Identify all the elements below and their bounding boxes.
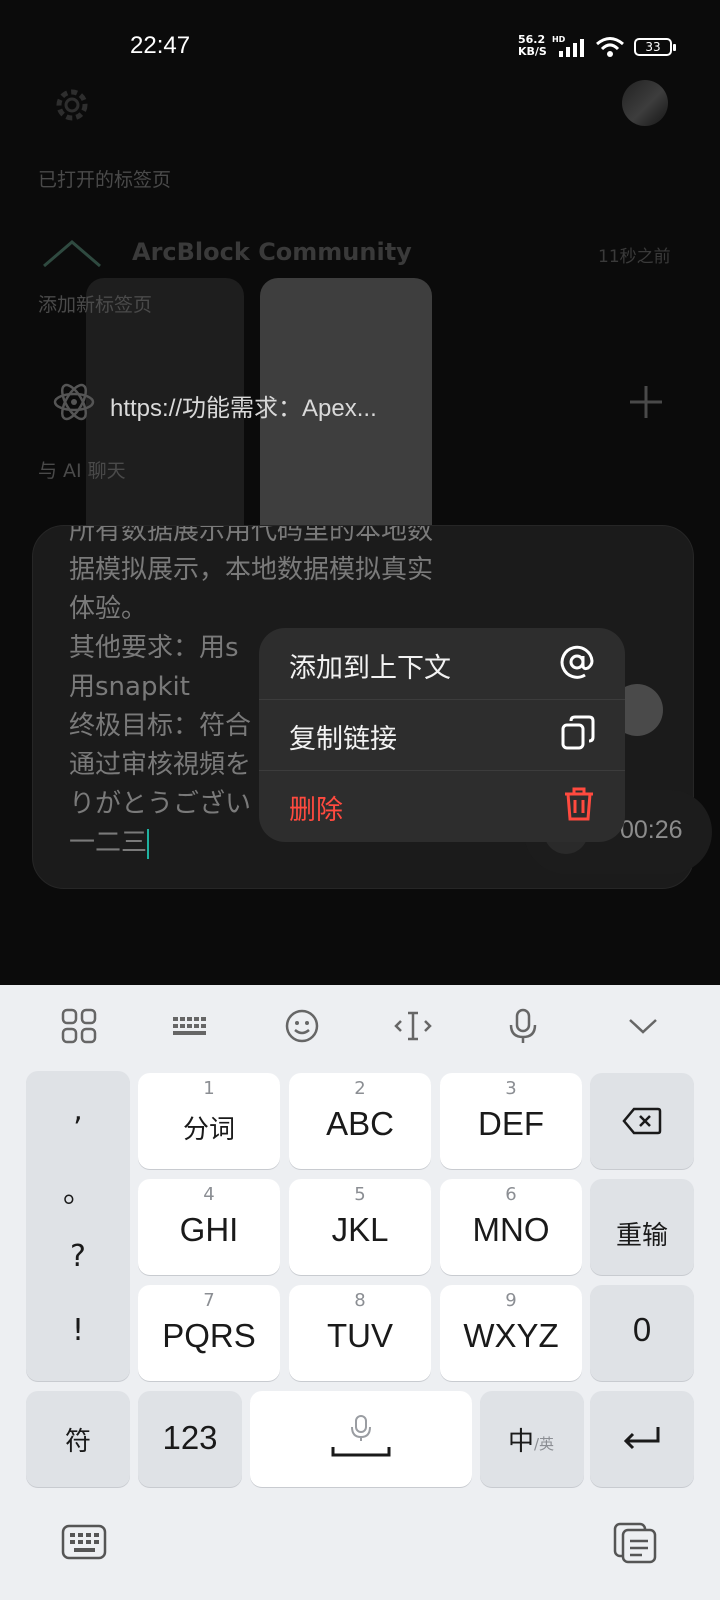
key-number: 7 <box>203 1290 215 1311</box>
enter-icon <box>623 1427 660 1450</box>
chat-line: 体验。 <box>69 594 148 624</box>
chat-line: 终极目标：符合 <box>69 711 252 741</box>
key-label: JKL <box>331 1211 389 1248</box>
key-number: 3 <box>505 1078 517 1099</box>
emoji-icon[interactable] <box>277 1001 327 1051</box>
key-label: ABC <box>326 1105 394 1142</box>
trash-icon <box>565 787 593 821</box>
keyboard-layout-icon[interactable] <box>165 1001 215 1051</box>
key-number: 4 <box>203 1184 215 1205</box>
menu-item-delete[interactable]: 删除 <box>259 770 625 841</box>
avatar[interactable] <box>622 80 668 126</box>
menu-item-label: 添加到上下文 <box>289 653 451 684</box>
menu-item-label: 复制链接 <box>289 724 397 755</box>
plus-icon[interactable] <box>628 384 664 420</box>
arcblock-logo-icon <box>43 240 101 268</box>
section-chat-ai: 与 AI 聊天 <box>38 460 126 482</box>
url-suggestion-text: https://功能需求：Apex... <box>110 395 377 422</box>
status-time: 22:47 <box>130 32 191 59</box>
browser-tabs-screen: 22:47 56.2 HD KB/S 33 已打开的标签页 ArcBlock C… <box>0 0 720 985</box>
enter-button[interactable] <box>590 1391 694 1487</box>
url-suggestion[interactable]: https://功能需求：Apex... <box>0 370 720 436</box>
microphone-icon[interactable] <box>498 1001 548 1051</box>
menu-item-label: 删除 <box>289 795 343 826</box>
chevron-down-icon[interactable] <box>618 1001 668 1051</box>
key-label: DEF <box>478 1105 544 1142</box>
clipboard-icon[interactable] <box>612 1521 660 1565</box>
key-3-def[interactable]: 3 DEF <box>440 1073 582 1169</box>
key-label: MNO <box>472 1211 550 1248</box>
at-icon <box>560 645 594 679</box>
keyboard-switch-icon[interactable] <box>60 1521 108 1563</box>
numbers-button[interactable]: 123 <box>138 1391 242 1487</box>
atom-icon <box>53 383 95 421</box>
key-1-fenci[interactable]: 1 分词 <box>138 1073 280 1169</box>
key-number: 9 <box>505 1290 517 1311</box>
backspace-icon <box>622 1107 662 1135</box>
menu-item-add-to-context[interactable]: 添加到上下文 <box>259 628 625 700</box>
punct-exclaim-key[interactable]: ! <box>26 1313 130 1348</box>
key-9-wxyz[interactable]: 9 WXYZ <box>440 1285 582 1381</box>
key-6-mno[interactable]: 6 MNO <box>440 1179 582 1275</box>
punctuation-column: , 。 ? ! <box>26 1071 130 1381</box>
signal-icon <box>559 39 584 57</box>
key-5-jkl[interactable]: 5 JKL <box>289 1179 431 1275</box>
key-2-abc[interactable]: 2 ABC <box>289 1073 431 1169</box>
chat-line: 其他要求：用s <box>69 633 239 663</box>
gear-icon[interactable] <box>52 85 92 125</box>
backspace-button[interactable] <box>590 1073 694 1169</box>
key-label: 符 <box>64 1427 91 1457</box>
wifi-icon <box>596 37 624 57</box>
chat-line: 所有数据展示用代码里的本地数 <box>69 525 434 546</box>
key-label: WXYZ <box>463 1317 559 1354</box>
cursor-move-icon[interactable] <box>388 1001 438 1051</box>
space-bar[interactable] <box>250 1391 472 1487</box>
key-number: 5 <box>354 1184 366 1205</box>
lang-main-label: 中 <box>508 1427 535 1457</box>
recording-duration: 00:26 <box>620 816 683 844</box>
context-menu: 添加到上下文 复制链接 删除 <box>259 628 625 842</box>
punct-comma-key[interactable]: , <box>26 1093 130 1128</box>
net-speed-unit: KB/S <box>518 45 547 58</box>
key-number: 6 <box>505 1184 517 1205</box>
section-open-tabs: 已打开的标签页 <box>38 169 172 191</box>
chat-line: 据模拟展示，本地数据模拟真实 <box>69 555 434 585</box>
status-bar: 22:47 56.2 HD KB/S 33 <box>0 30 720 66</box>
key-0[interactable]: 0 <box>590 1285 694 1381</box>
punct-period-key[interactable]: 。 <box>26 1167 130 1211</box>
menu-item-copy-link[interactable]: 复制链接 <box>259 699 625 771</box>
keyboard: , 。 ? ! 1 分词 2 ABC 3 DEF 4 GHI 5 JKL 6 M… <box>0 985 720 1600</box>
copy-icon <box>561 715 595 750</box>
symbols-button[interactable]: 符 <box>26 1391 130 1487</box>
tab-time: 11秒之前 <box>598 247 671 267</box>
key-label: 0 <box>632 1311 652 1348</box>
chat-line: 用snapkit <box>69 672 190 702</box>
lang-alt-label: /英 <box>534 1435 555 1453</box>
key-label: 重输 <box>615 1221 668 1251</box>
key-label: TUV <box>327 1317 393 1354</box>
chat-line: りがとうござい <box>69 789 252 819</box>
key-number: 2 <box>354 1078 366 1099</box>
key-label: 123 <box>162 1419 218 1456</box>
key-8-tuv[interactable]: 8 TUV <box>289 1285 431 1381</box>
text-caret <box>147 828 150 859</box>
key-7-pqrs[interactable]: 7 PQRS <box>138 1285 280 1381</box>
retype-button[interactable]: 重输 <box>590 1179 694 1275</box>
punct-question-key[interactable]: ? <box>26 1239 130 1274</box>
apps-grid-icon[interactable] <box>54 1001 104 1051</box>
key-label: GHI <box>179 1211 239 1248</box>
chat-line: 通过审核視頻を <box>69 750 252 780</box>
chat-line: 一二三 <box>69 828 148 858</box>
tab-title: ArcBlock Community <box>132 238 412 266</box>
key-label: PQRS <box>162 1317 256 1354</box>
key-4-ghi[interactable]: 4 GHI <box>138 1179 280 1275</box>
language-toggle-button[interactable]: 中 /英 <box>480 1391 584 1487</box>
key-number: 8 <box>354 1290 366 1311</box>
battery-icon: 33 <box>634 38 676 56</box>
section-add-new-tab: 添加新标签页 <box>38 294 153 316</box>
key-number: 1 <box>203 1078 215 1099</box>
space-mic-icon <box>331 1415 391 1457</box>
open-tab-item[interactable]: ArcBlock Community 11秒之前 <box>0 232 720 272</box>
key-label: 分词 <box>182 1115 235 1145</box>
